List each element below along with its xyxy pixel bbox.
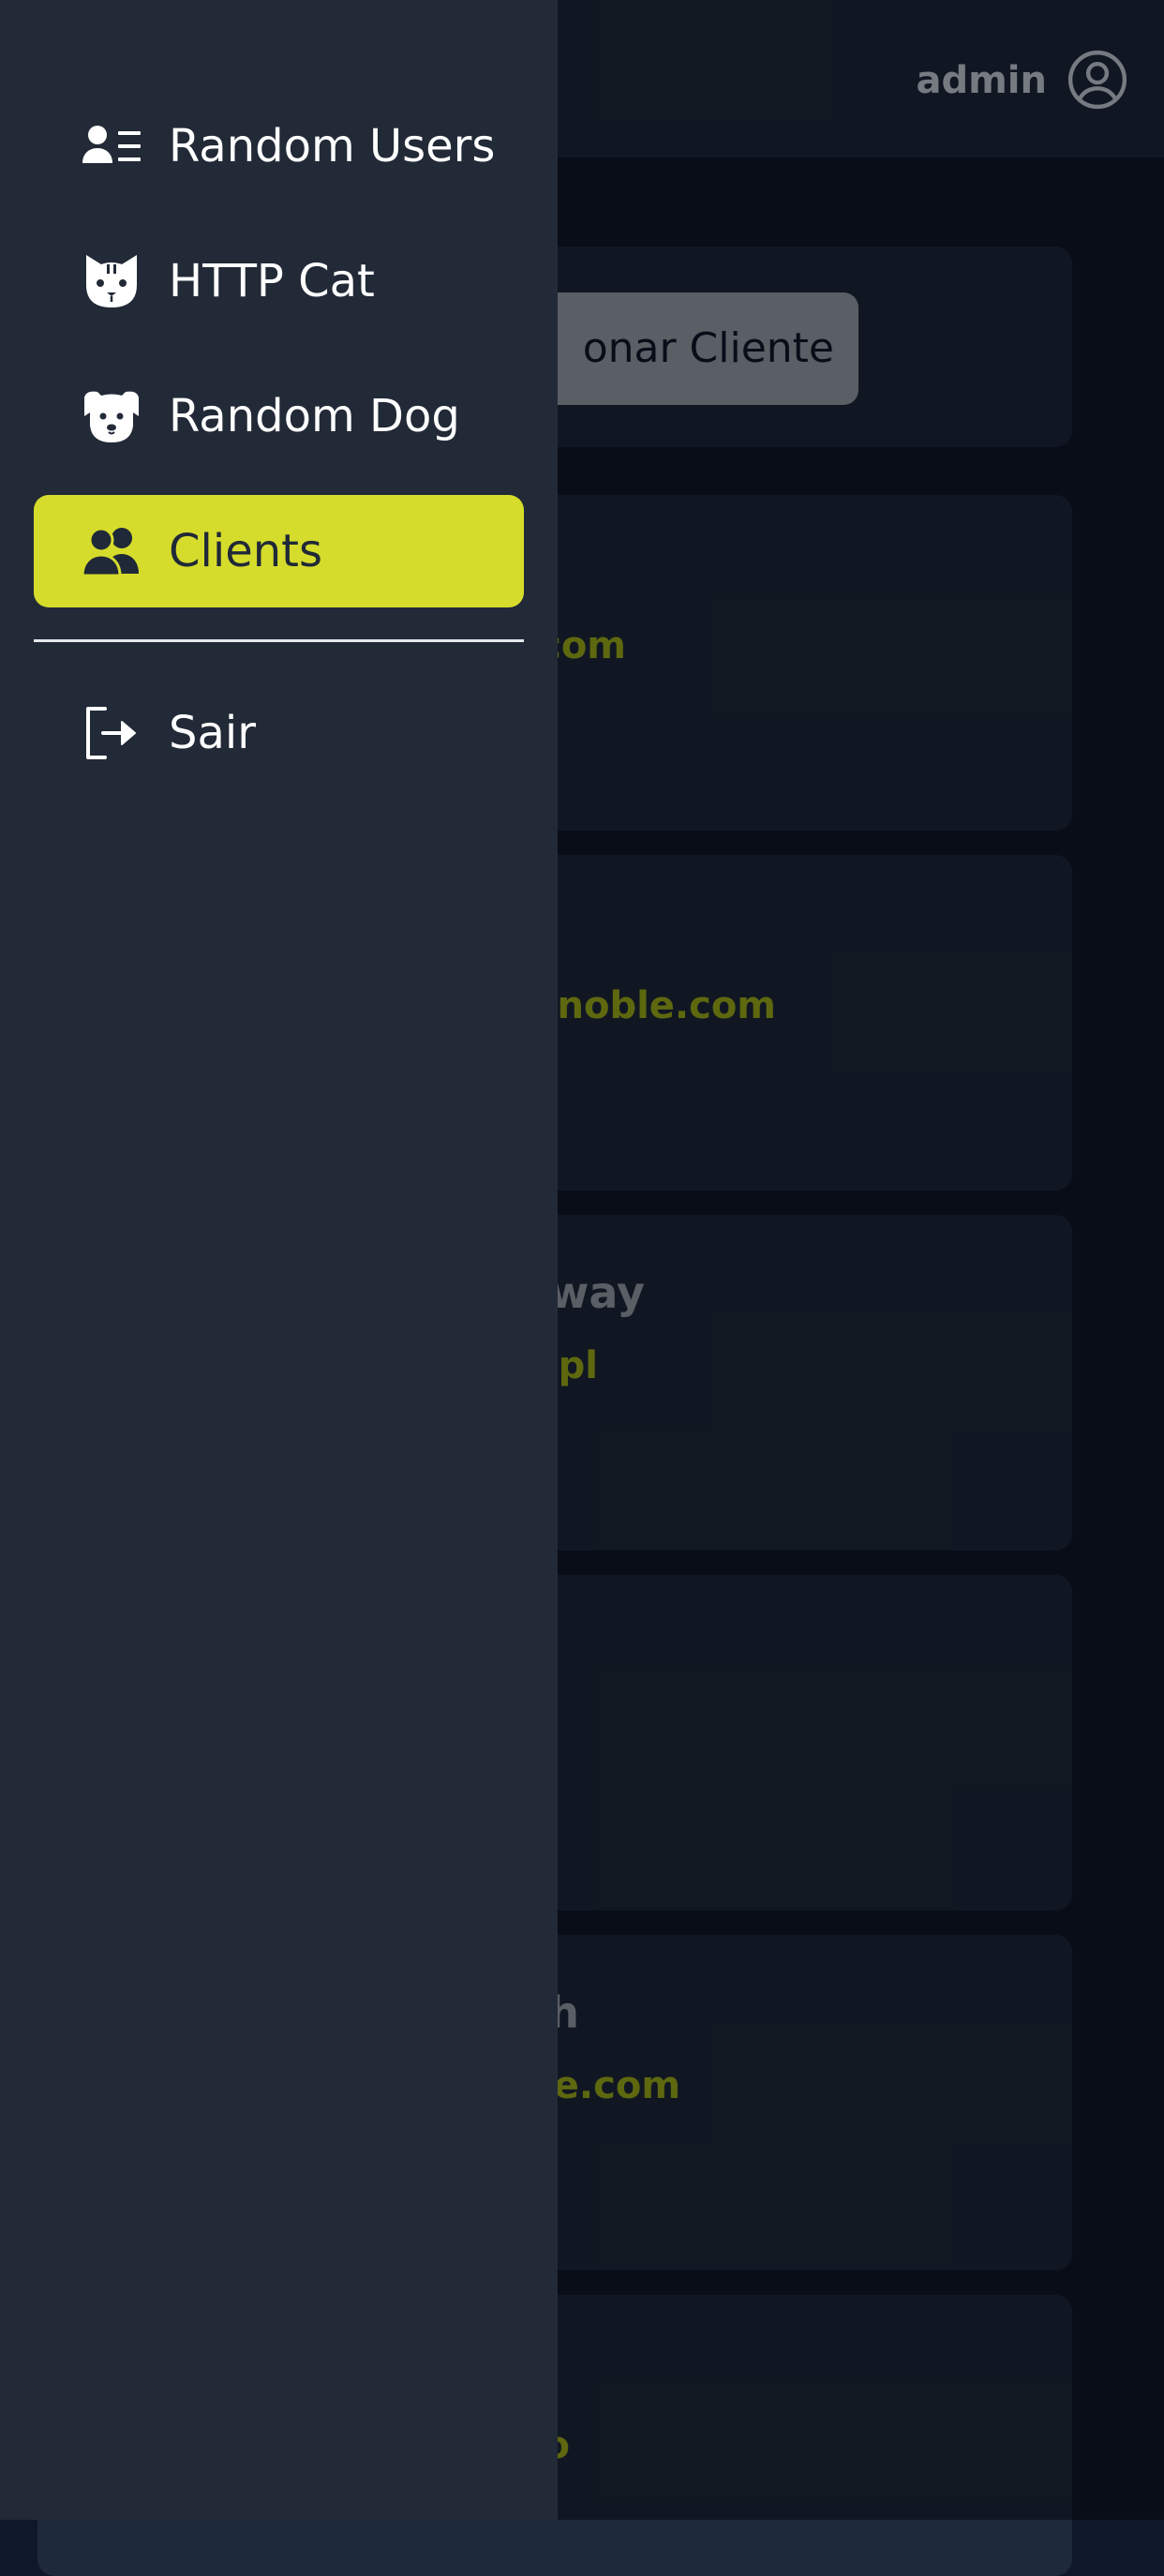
user-list-icon	[82, 126, 141, 163]
dog-icon	[84, 391, 139, 442]
sidebar-item-random-users[interactable]: Random Users	[34, 90, 524, 202]
sidebar-item-label: HTTP Cat	[169, 255, 375, 307]
sidebar-item-clients[interactable]: Clients	[34, 495, 524, 607]
logout-icon	[86, 707, 136, 759]
sidebar-item-label: Random Dog	[169, 390, 460, 442]
sidebar-item-label: Clients	[169, 525, 322, 577]
side-drawer: Random Users HTTP Cat Random Dog Clients…	[0, 0, 558, 2520]
cat-icon	[86, 255, 137, 307]
logout-label: Sair	[169, 707, 256, 759]
menu-divider	[34, 639, 524, 642]
sidebar-item-label: Random Users	[169, 120, 496, 172]
users-icon	[81, 527, 139, 577]
logout-button[interactable]: Sair	[34, 677, 524, 789]
sidebar-item-http-cat[interactable]: HTTP Cat	[34, 225, 524, 337]
sidebar-item-random-dog[interactable]: Random Dog	[34, 360, 524, 472]
